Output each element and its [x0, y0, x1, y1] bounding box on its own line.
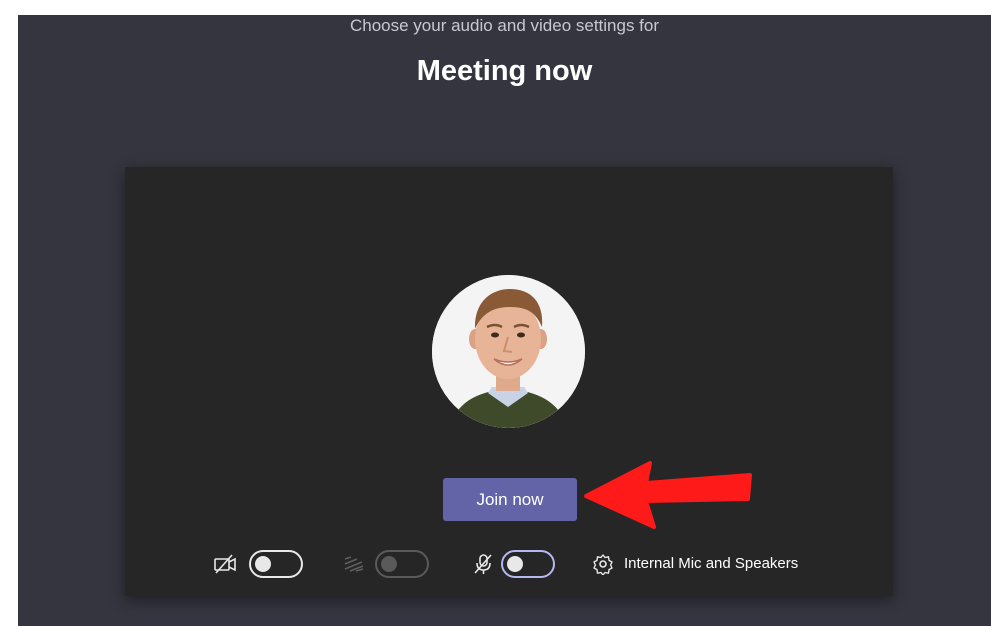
camera-toggle-knob [255, 556, 271, 572]
background-blur-icon [344, 556, 364, 572]
camera-toggle[interactable] [249, 550, 303, 578]
join-now-button[interactable]: Join now [443, 478, 577, 521]
video-preview: Join now Internal Mic and Speakers [125, 167, 893, 596]
gear-icon[interactable] [591, 553, 615, 575]
device-settings-label[interactable]: Internal Mic and Speakers [624, 553, 798, 575]
background-toggle-knob [381, 556, 397, 572]
microphone-toggle[interactable] [501, 550, 555, 578]
device-controls: Internal Mic and Speakers [125, 547, 893, 581]
background-toggle[interactable] [375, 550, 429, 578]
prejoin-screen: Choose your audio and video settings for… [18, 15, 991, 626]
settings-subtitle: Choose your audio and video settings for [349, 16, 660, 35]
mic-off-icon[interactable] [471, 553, 495, 575]
avatar-photo-icon [432, 275, 585, 428]
red-arrow-icon [584, 461, 752, 529]
camera-off-icon[interactable] [213, 553, 237, 575]
microphone-toggle-knob [507, 556, 523, 572]
user-avatar [432, 275, 585, 428]
meeting-title: Meeting now [416, 55, 593, 87]
